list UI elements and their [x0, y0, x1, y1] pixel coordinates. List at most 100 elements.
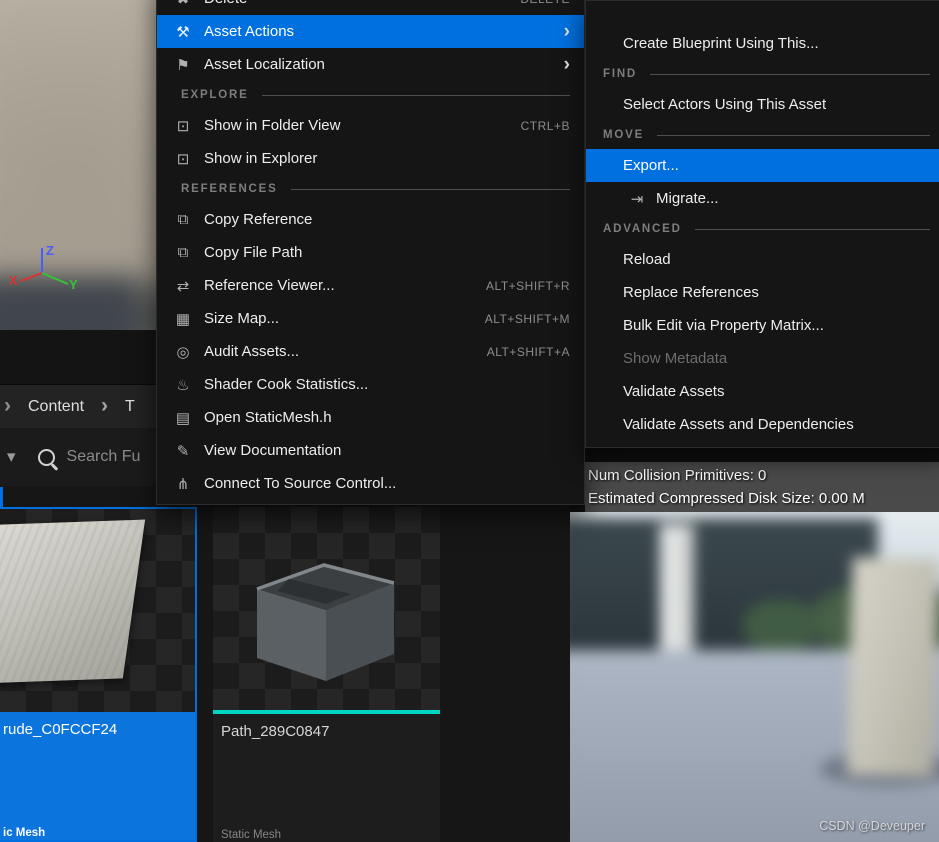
size-map-icon: ▦ [175, 310, 191, 328]
menu-item-label: Reload [623, 251, 671, 268]
copy-icon: ⧉ [177, 244, 189, 261]
menu-item-label: Shader Cook Statistics... [204, 376, 369, 393]
chevron-right-icon: › [101, 393, 109, 417]
menu-item-label: View Documentation [204, 442, 342, 459]
menu-section-references: REFERENCES [157, 175, 584, 203]
menu-item-shortcut: DELETE [520, 0, 570, 6]
menu-item-audit-assets[interactable]: ◎ Audit Assets... ALT+SHIFT+A [157, 335, 584, 368]
trash-icon: ✖ [170, 0, 196, 8]
section-divider [650, 73, 930, 75]
menu-item-label: Delete [204, 0, 502, 7]
menu-item-export[interactable]: Export... [586, 149, 939, 182]
menu-item-create-blueprint[interactable]: Create Blueprint Using This... [586, 27, 939, 60]
svg-text:Z: Z [46, 243, 54, 258]
audit-assets-icon: ◎ [176, 343, 190, 361]
menu-item-label: Asset Actions [204, 23, 295, 40]
menu-item-connect-source-control[interactable]: ⋔ Connect To Source Control... [157, 467, 584, 500]
asset-thumbnail-checker [0, 509, 195, 712]
section-label: MOVE [603, 129, 645, 141]
menu-item-open-staticmesh-header[interactable]: ▤ Open StaticMesh.h [157, 401, 584, 434]
stone-slab-thumbnail [0, 519, 146, 685]
menu-item-delete[interactable]: ✖ Delete DELETE [157, 0, 584, 15]
header-file-icon: ▤ [175, 409, 191, 427]
tooltip-line-disksize: Estimated Compressed Disk Size: 0.00 M [588, 490, 865, 507]
filter-chevron-down-icon[interactable]: ▾ [7, 447, 16, 467]
menu-section-advanced: ADVANCED [586, 215, 939, 243]
svg-text:X: X [9, 273, 18, 288]
tree [743, 600, 818, 652]
menu-item-bulk-edit[interactable]: Bulk Edit via Property Matrix... [586, 309, 939, 342]
menu-item-validate-assets[interactable]: Validate Assets [586, 375, 939, 408]
menu-item-label: Migrate... [656, 190, 719, 207]
menu-item-asset-localization[interactable]: ⚑ Asset Localization › [157, 48, 584, 81]
asset-tile-path[interactable]: Path_289C0847 Static Mesh [213, 507, 440, 842]
svg-text:Y: Y [69, 277, 78, 292]
section-label: ADVANCED [603, 223, 682, 235]
menu-item-select-actors[interactable]: Select Actors Using This Asset [586, 88, 939, 121]
section-divider [694, 228, 930, 230]
asset-tile-extrude[interactable]: rude_C0FCCF24 ic Mesh [0, 507, 197, 842]
menu-item-label: Open StaticMesh.h [204, 409, 332, 426]
breadcrumb-item-content[interactable]: Content [28, 398, 84, 416]
axis-gizmo-icon: Z X Y [9, 243, 78, 292]
menu-item-show-in-explorer[interactable]: ⊡ Show in Explorer [157, 142, 584, 175]
asset-type-label: ic Mesh [3, 827, 46, 839]
menu-item-label: Size Map... [204, 310, 280, 327]
menu-item-label: Show Metadata [623, 350, 728, 367]
submenu-arrow-icon: › [563, 54, 570, 75]
menu-item-view-documentation[interactable]: ✎ View Documentation [157, 434, 584, 467]
copy-icon: ⧉ [177, 211, 189, 228]
asset-name: rude_C0FCCF24 [3, 721, 118, 738]
menu-section-move: MOVE [586, 121, 939, 149]
menu-item-replace-references[interactable]: Replace References [586, 276, 939, 309]
documentation-icon: ✎ [176, 442, 190, 460]
section-divider [657, 134, 930, 136]
folder-search-icon: ⊡ [176, 150, 190, 168]
menu-item-show-in-folder-view[interactable]: ⊡ Show in Folder View CTRL+B [157, 109, 584, 142]
watermark: CSDN @Deveuper [819, 819, 925, 833]
menu-section-explore: EXPLORE [157, 81, 584, 109]
menu-item-label: Show in Explorer [204, 150, 318, 167]
section-label: REFERENCES [181, 183, 278, 195]
menu-item-validate-assets-dependencies[interactable]: Validate Assets and Dependencies [586, 408, 939, 441]
menu-item-asset-actions[interactable]: ⚒ Asset Actions › [157, 15, 584, 48]
menu-item-label: Reference Viewer... [204, 277, 335, 294]
menu-item-shader-cook-statistics[interactable]: ♨ Shader Cook Statistics... [157, 368, 584, 401]
menu-item-label: Validate Assets [623, 383, 725, 400]
folder-search-icon: ⊡ [176, 117, 190, 135]
menu-item-migrate[interactable]: ⇥ Migrate... [586, 182, 939, 215]
menu-item-label: Connect To Source Control... [204, 475, 397, 492]
box-mesh-thumbnail [256, 563, 395, 681]
menu-item-reference-viewer[interactable]: ⇄ Reference Viewer... ALT+SHIFT+R [157, 269, 584, 302]
menu-item-shortcut: ALT+SHIFT+A [486, 344, 570, 359]
menu-item-shortcut: ALT+SHIFT+M [484, 311, 570, 326]
menu-item-label: Validate Assets and Dependencies [623, 416, 854, 433]
menu-section-find: FIND [586, 60, 939, 88]
asset-label-area: Path_289C0847 Static Mesh [213, 714, 440, 842]
menu-item-shortcut: CTRL+B [520, 118, 570, 133]
asset-actions-submenu: Create Blueprint Using This... FIND Sele… [585, 0, 939, 448]
menu-item-label: Create Blueprint Using This... [623, 35, 819, 52]
preview-scene-blur [570, 512, 939, 842]
menu-item-reload[interactable]: Reload [586, 243, 939, 276]
menu-item-copy-file-path[interactable]: ⧉ Copy File Path [157, 236, 584, 269]
search-icon [37, 448, 55, 466]
menu-item-label: Copy Reference [204, 211, 313, 228]
menu-item-show-metadata: Show Metadata [586, 342, 939, 375]
search-input[interactable] [64, 447, 155, 467]
menu-item-label: Replace References [623, 284, 759, 301]
asset-label-area: rude_C0FCCF24 ic Mesh [0, 712, 195, 840]
asset-name: Path_289C0847 [221, 723, 330, 740]
breadcrumb-item-current[interactable]: T [125, 398, 135, 416]
reference-viewer-icon: ⇄ [176, 277, 190, 295]
menu-item-size-map[interactable]: ▦ Size Map... ALT+SHIFT+M [157, 302, 584, 335]
section-label: EXPLORE [181, 89, 249, 101]
asset-tooltip: Num Collision Primitives: 0 Estimated Co… [585, 462, 939, 512]
breadcrumb-expander-icon[interactable]: › [4, 395, 11, 416]
flag-icon: ⚑ [176, 56, 190, 74]
menu-item-copy-reference[interactable]: ⧉ Copy Reference [157, 203, 584, 236]
menu-item-label: Asset Localization [204, 56, 325, 73]
menu-item-label: Audit Assets... [204, 343, 300, 360]
section-divider [290, 188, 570, 190]
menu-item-shortcut: ALT+SHIFT+R [486, 278, 570, 293]
